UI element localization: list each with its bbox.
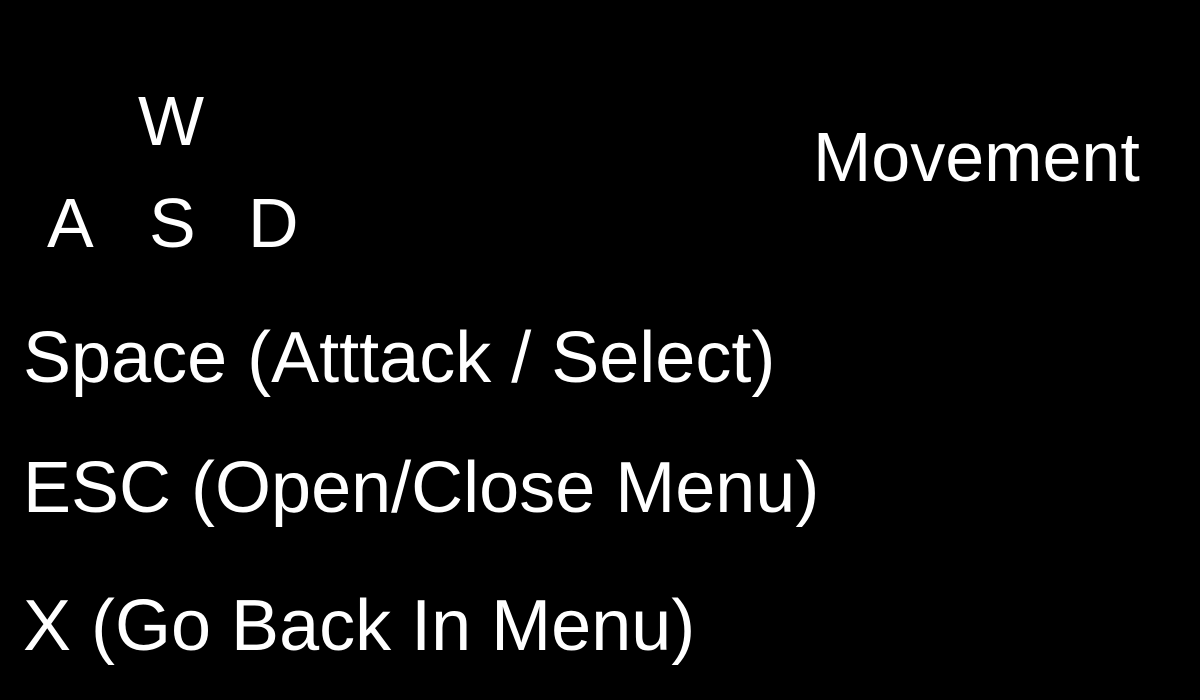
movement-label: Movement	[813, 118, 1140, 196]
controls-screen: W A S D Movement Space (Atttack / Select…	[0, 0, 1200, 700]
key-w-label: W	[138, 82, 205, 160]
key-d-label: D	[248, 184, 299, 262]
key-a-label: A	[47, 184, 94, 262]
x-binding-label: X (Go Back In Menu)	[23, 586, 696, 666]
space-binding-label: Space (Atttack / Select)	[23, 318, 776, 398]
key-s-label: S	[149, 184, 196, 262]
esc-binding-label: ESC (Open/Close Menu)	[23, 448, 820, 528]
